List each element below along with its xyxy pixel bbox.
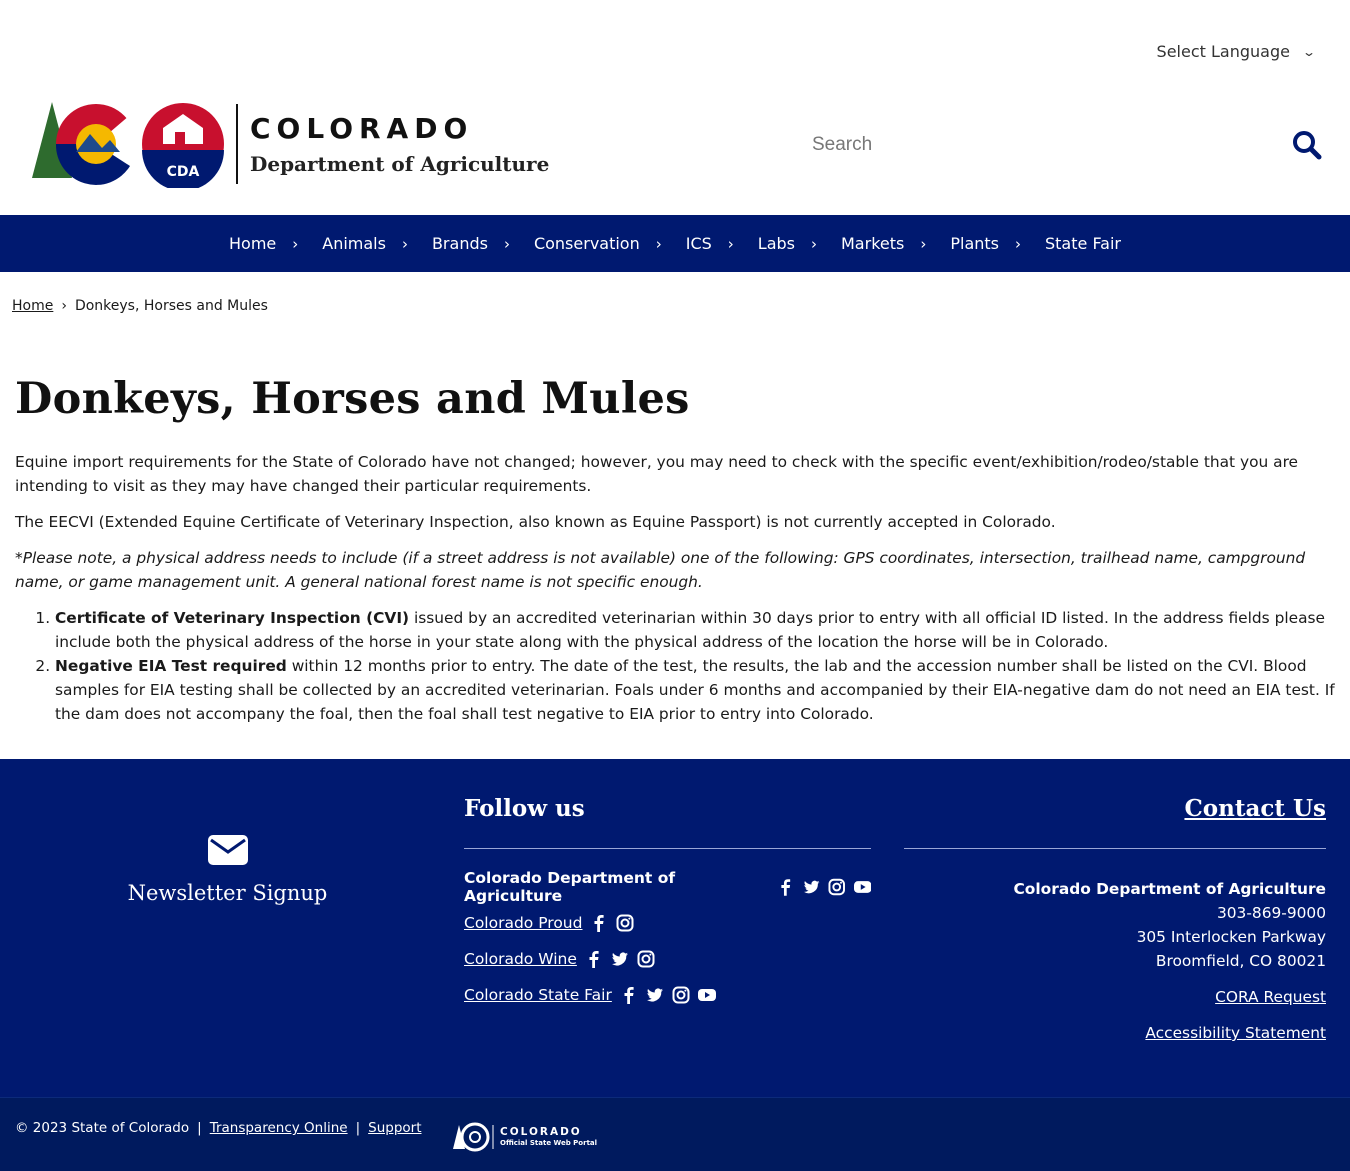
chevron-right-icon: › bbox=[1015, 234, 1021, 253]
facebook-icon[interactable] bbox=[585, 950, 603, 968]
list-item: Certificate of Veterinary Inspection (CV… bbox=[55, 606, 1335, 654]
nav-item-label: State Fair bbox=[1045, 234, 1121, 253]
nav-item-label: Home bbox=[229, 234, 277, 253]
chevron-right-icon: › bbox=[503, 234, 510, 253]
chevron-right-icon: › bbox=[727, 234, 734, 253]
nav-item-state-fair[interactable]: State Fair bbox=[1033, 234, 1133, 253]
transparency-online-link[interactable]: Transparency Online bbox=[210, 1120, 348, 1136]
instagram-icon[interactable] bbox=[828, 878, 846, 896]
requirements-list: Certificate of Veterinary Inspection (CV… bbox=[15, 606, 1335, 726]
language-select[interactable]: Select Language ⌄ bbox=[1156, 42, 1317, 61]
search-input[interactable] bbox=[812, 134, 1252, 156]
main-nav: Home › Animals › Brands › Conservation › ICS… bbox=[0, 215, 1350, 272]
intro-paragraph: Equine import requirements for the State… bbox=[15, 453, 1299, 495]
search-bar bbox=[812, 128, 1322, 162]
follow-us-heading: Follow us bbox=[464, 795, 871, 849]
nav-item-markets[interactable]: Markets › bbox=[829, 234, 938, 253]
chevron-right-icon: › bbox=[920, 234, 927, 253]
bottom-bar: © 2023 State of Colorado | Transparency … bbox=[0, 1097, 1350, 1171]
nav-item-label: Plants bbox=[950, 234, 999, 253]
twitter-icon[interactable] bbox=[611, 950, 629, 968]
social-row-colorado-wine: Colorado Wine bbox=[464, 949, 871, 969]
facebook-icon[interactable] bbox=[777, 878, 794, 896]
main-content: Donkeys, Horses and Mules Equine import … bbox=[15, 374, 1335, 726]
eecvi-paragraph: The EECVI (Extended Equine Certificate o… bbox=[15, 513, 1056, 531]
nav-item-labs[interactable]: Labs › bbox=[746, 234, 829, 253]
contact-address-line2: Broomfield, CO 80021 bbox=[1155, 952, 1326, 970]
follow-us-section: Follow us Colorado Department of Agricul… bbox=[464, 795, 871, 1021]
social-row-colorado-proud: Colorado Proud bbox=[464, 913, 871, 933]
portal-logo-subtext: Official State Web Portal bbox=[500, 1139, 598, 1147]
copyright-line: © 2023 State of Colorado | Transparency … bbox=[15, 1120, 422, 1136]
nav-item-ics[interactable]: ICS › bbox=[674, 234, 746, 253]
facebook-icon[interactable] bbox=[620, 986, 638, 1004]
nav-item-brands[interactable]: Brands › bbox=[420, 234, 522, 253]
nav-item-label: Animals bbox=[322, 234, 386, 253]
nav-item-label: ICS bbox=[685, 234, 712, 253]
cora-request-link[interactable]: CORA Request bbox=[904, 985, 1326, 1009]
contact-us-link[interactable]: Contact Us bbox=[904, 795, 1326, 849]
contact-section: Contact Us Colorado Department of Agricu… bbox=[904, 795, 1326, 1045]
twitter-icon[interactable] bbox=[803, 878, 820, 896]
chevron-right-icon: › bbox=[811, 234, 817, 253]
colorado-portal-logo-icon bbox=[453, 1122, 494, 1152]
nav-item-animals[interactable]: Animals › bbox=[310, 234, 420, 253]
contact-phone: 303-869-9000 bbox=[1216, 904, 1326, 922]
nav-item-plants[interactable]: Plants › bbox=[938, 234, 1033, 253]
support-link[interactable]: Support bbox=[368, 1120, 421, 1136]
list-item: Negative EIA Test required within 12 mon… bbox=[55, 654, 1335, 726]
breadcrumb-home-link[interactable]: Home bbox=[12, 298, 53, 314]
youtube-icon[interactable] bbox=[697, 986, 716, 1004]
nav-item-label: Labs bbox=[757, 234, 795, 253]
copyright-text: © 2023 State of Colorado bbox=[15, 1120, 190, 1136]
requirement-title: Negative EIA Test required bbox=[55, 657, 287, 675]
nav-item-home[interactable]: Home › bbox=[217, 234, 310, 253]
cda-badge-text: CDA bbox=[167, 164, 200, 180]
accessibility-statement-link[interactable]: Accessibility Statement bbox=[904, 1021, 1326, 1045]
colorado-state-fair-link[interactable]: Colorado State Fair bbox=[464, 986, 612, 1004]
chevron-down-icon: ⌄ bbox=[1301, 44, 1317, 59]
nav-item-label: Conservation bbox=[533, 234, 640, 253]
envelope-icon bbox=[207, 835, 248, 865]
breadcrumb-current: Donkeys, Horses and Mules bbox=[74, 298, 268, 314]
language-select-label: Select Language bbox=[1156, 42, 1290, 61]
separator: | bbox=[355, 1120, 361, 1136]
twitter-icon[interactable] bbox=[646, 986, 664, 1004]
chevron-right-icon: › bbox=[401, 234, 408, 253]
separator: | bbox=[197, 1120, 202, 1136]
site-logo[interactable]: CDA COLORADO Department of Agriculture bbox=[30, 100, 549, 191]
youtube-icon[interactable] bbox=[853, 878, 871, 896]
logo-divider bbox=[236, 104, 238, 184]
colorado-co-logo-icon: CDA bbox=[32, 102, 224, 191]
contact-org: Colorado Department of Agriculture bbox=[1013, 880, 1326, 898]
instagram-icon[interactable] bbox=[637, 950, 655, 968]
state-portal-logo[interactable]: COLORADO Official State Web Portal bbox=[453, 1122, 597, 1152]
logo-colorado-text: COLORADO bbox=[250, 112, 474, 145]
social-label: Colorado Department of Agriculture bbox=[464, 869, 676, 905]
newsletter-label: Newsletter Signup bbox=[127, 881, 328, 905]
breadcrumb-separator: › bbox=[61, 298, 67, 314]
portal-logo-text: COLORADO bbox=[500, 1126, 582, 1138]
instagram-icon[interactable] bbox=[616, 914, 634, 932]
chevron-right-icon: › bbox=[292, 234, 299, 253]
facebook-icon[interactable] bbox=[590, 914, 608, 932]
nav-item-label: Brands bbox=[431, 234, 488, 253]
colorado-wine-link[interactable]: Colorado Wine bbox=[464, 950, 577, 968]
chevron-right-icon: › bbox=[655, 234, 662, 253]
page-title: Donkeys, Horses and Mules bbox=[15, 374, 690, 424]
colorado-proud-link[interactable]: Colorado Proud bbox=[464, 914, 582, 932]
nav-item-label: Markets bbox=[841, 234, 905, 253]
social-row-cda: Colorado Department of Agriculture bbox=[464, 869, 871, 905]
nav-item-conservation[interactable]: Conservation › bbox=[522, 234, 674, 253]
address-note: *Please note, a physical address needs t… bbox=[15, 549, 1306, 591]
instagram-icon[interactable] bbox=[672, 986, 690, 1004]
contact-address-line1: 305 Interlocken Parkway bbox=[1136, 928, 1326, 946]
logo-department-text: Department of Agriculture bbox=[250, 152, 550, 176]
newsletter-signup[interactable]: Newsletter Signup bbox=[0, 835, 455, 905]
breadcrumb: Home › Donkeys, Horses and Mules bbox=[12, 298, 268, 314]
search-icon[interactable] bbox=[1292, 130, 1322, 160]
requirement-title: Certificate of Veterinary Inspection (CV… bbox=[55, 609, 410, 627]
social-row-state-fair: Colorado State Fair bbox=[464, 985, 871, 1005]
site-footer: Newsletter Signup Follow us Colorado Dep… bbox=[0, 759, 1350, 1097]
